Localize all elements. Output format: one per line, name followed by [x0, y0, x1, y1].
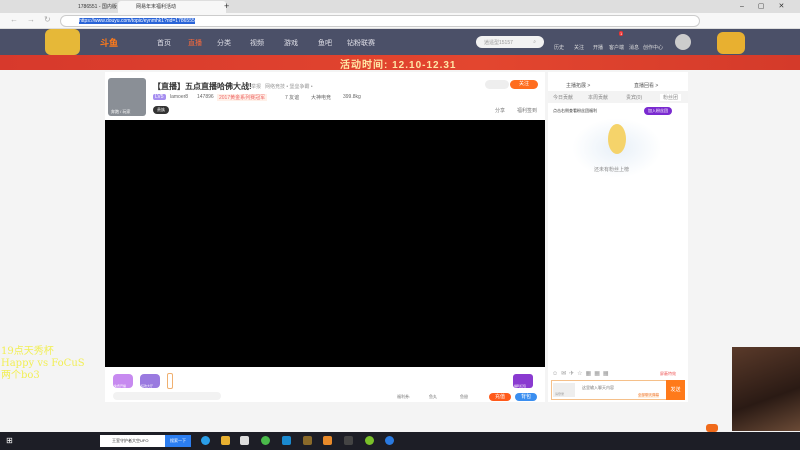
- clan-name: 大神电竞: [311, 95, 332, 101]
- sign-in-button[interactable]: 福利签到: [517, 107, 537, 114]
- mascot-illustration: 还未有粉丝上榜: [572, 118, 662, 178]
- taskbar-search-input[interactable]: 王室守护者大空UFO: [100, 435, 165, 447]
- follow-link[interactable]: 关注: [574, 44, 584, 51]
- honor-badge: 2017黄金系列赛冠军: [217, 94, 268, 101]
- nav-category[interactable]: 分类: [217, 38, 231, 48]
- user-avatar[interactable]: [675, 34, 691, 50]
- start-icon[interactable]: ⊞: [6, 436, 13, 445]
- gift-bar: [113, 392, 221, 400]
- nav-yuba[interactable]: 鱼吧: [318, 38, 332, 48]
- nav-buttons[interactable]: ←→↻: [10, 15, 60, 24]
- rank-tabs: 今日贡献 本周贡献 贵宾(0) 粉丝团: [548, 91, 688, 103]
- douyu-logo[interactable]: 斗鱼: [100, 36, 118, 49]
- chat-hint: 全部聊天弹幕: [638, 393, 659, 398]
- fishball-label: 鱼丸: [429, 394, 437, 399]
- chat-input[interactable]: 这里输入聊天内容: [582, 385, 614, 391]
- nav-league[interactable]: 钻粉联赛: [347, 38, 375, 48]
- tab-week[interactable]: 本周贡献: [588, 94, 608, 101]
- tab-today[interactable]: 今日贡献: [553, 94, 573, 101]
- video-player[interactable]: [105, 120, 545, 367]
- search-icon[interactable]: ⌕: [533, 39, 536, 45]
- chat-toolbar-icons[interactable]: ☺✉✈☆▦▦▦: [552, 370, 612, 377]
- level-badge: LV5: [153, 94, 166, 100]
- follow-button[interactable]: 关注: [510, 80, 538, 89]
- nav-home[interactable]: 首页: [157, 38, 171, 48]
- noble-button[interactable]: 贵族: [153, 106, 169, 114]
- backpack-button[interactable]: 背包: [515, 393, 537, 401]
- client-link[interactable]: 客户端: [609, 44, 624, 51]
- store-icon[interactable]: [240, 436, 249, 445]
- nav-video[interactable]: 视频: [250, 38, 264, 48]
- tab-douyu[interactable]: 网易年末福利活动: [118, 1, 226, 13]
- nav-live[interactable]: 直播: [188, 38, 202, 48]
- fanclub-promo: 点击右侧查看粉丝团福利: [553, 108, 597, 113]
- file-explorer-icon[interactable]: [221, 436, 230, 445]
- mail-icon[interactable]: [282, 436, 291, 445]
- search-input[interactable]: 逍遥型15157 ⌕: [476, 36, 544, 48]
- edge-icon[interactable]: [201, 436, 210, 445]
- notification-badge: 1: [619, 31, 624, 36]
- warcraft-icon[interactable]: [303, 436, 312, 445]
- tab-vip[interactable]: 贵宾(0): [626, 94, 642, 101]
- login-avatar[interactable]: 请登录: [553, 383, 575, 397]
- site-header: 斗鱼 首页 直播 分类 视频 游戏 鱼吧 钻粉联赛 逍遥型15157 ⌕ 历史 关…: [0, 29, 800, 55]
- streamer-expand-link[interactable]: 主播拓展 >: [566, 82, 590, 89]
- mascot-icon: [608, 124, 626, 154]
- category-breadcrumb[interactable]: 网络竞技 • 堡垒争霸 •: [265, 83, 313, 90]
- messages-link[interactable]: 消息: [629, 44, 639, 51]
- event-banner: 活动时间: 12.10-12.31: [0, 55, 800, 71]
- weight-value: 399.8kg: [343, 94, 361, 100]
- url-input[interactable]: https://www.douyu.com/topic/eynmhk1?rid=…: [60, 15, 700, 27]
- share-button[interactable]: 分享: [495, 107, 505, 114]
- report-link[interactable]: 举报: [251, 83, 261, 90]
- taskbar: ⊞ 王室守护者大空UFO 搜索一下: [0, 432, 800, 450]
- join-fanclub-button[interactable]: 加入粉丝团: [644, 107, 672, 115]
- input-method-icon[interactable]: [706, 424, 718, 432]
- app-icon[interactable]: [261, 436, 270, 445]
- follow-toggle[interactable]: [485, 80, 509, 89]
- chat-box: 请登录 这里输入聊天内容 全部聊天弹幕 发送: [551, 380, 685, 400]
- tab-fanclub[interactable]: 粉丝团: [660, 94, 682, 101]
- crown-logo-icon: [45, 29, 80, 55]
- start-stream-link[interactable]: 开播: [593, 44, 603, 51]
- coupon-label: 福利券:: [397, 394, 411, 399]
- creator-center-link[interactable]: 创作中心: [643, 44, 663, 51]
- gift-carnival[interactable]: 狂欢大厅: [140, 374, 160, 388]
- fans-count: 7 友谊: [285, 95, 300, 101]
- welfare-redpacket[interactable]: 福利红包: [513, 374, 533, 388]
- browser-tab-bar: 1786551 - 国内版 Bing 网易年末福利活动 + –▢✕: [0, 0, 800, 13]
- gift-free-stream[interactable]: 免费开播: [113, 374, 133, 388]
- fishfin-label: 鱼翅: [460, 394, 468, 399]
- stream-overlay-text: 19点天秀杯 Happy vs FoCuS 两个bo3: [1, 346, 85, 381]
- window-controls[interactable]: –▢✕: [740, 2, 798, 10]
- streamer-avatar[interactable]: 奔跑 / 玩家: [108, 78, 146, 116]
- streamer-name[interactable]: lamoer8: [170, 94, 188, 100]
- webcam-feed: [732, 347, 800, 431]
- replay-link[interactable]: 直播回看 >: [634, 82, 658, 89]
- room-title: 【直播】五点直播哈佛大战!: [153, 82, 252, 91]
- expand-gifts-button[interactable]: [167, 373, 173, 389]
- app-icon-3[interactable]: [365, 436, 374, 445]
- app-icon-2[interactable]: [323, 436, 332, 445]
- fan-icon[interactable]: [344, 436, 353, 445]
- block-effects-toggle[interactable]: 屏蔽特效: [660, 371, 676, 377]
- chrome-like-icon[interactable]: [385, 436, 394, 445]
- heat-count: 147896: [197, 94, 214, 100]
- treasure-chest-icon[interactable]: [717, 32, 745, 54]
- send-button[interactable]: 发送: [666, 380, 685, 400]
- taskbar-search-button[interactable]: 搜索一下: [165, 435, 191, 447]
- new-tab-button[interactable]: +: [224, 1, 229, 11]
- history-link[interactable]: 历史: [554, 44, 564, 51]
- right-sidebar: 主播拓展 > 直播回看 > 今日贡献 本周贡献 贵宾(0) 粉丝团 点击右侧查看…: [548, 72, 688, 402]
- recharge-button[interactable]: 充值: [489, 393, 511, 401]
- nav-games[interactable]: 游戏: [284, 38, 298, 48]
